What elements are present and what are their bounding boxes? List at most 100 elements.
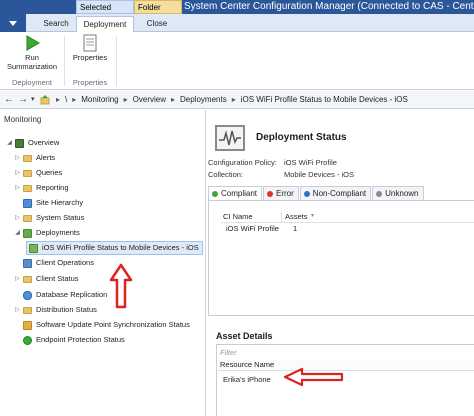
expand-arrow-icon[interactable]: ▷ [14, 304, 21, 316]
expand-arrow-icon[interactable]: ▷ [14, 212, 21, 224]
compliant-status-icon [212, 190, 218, 197]
tree-item-label: Software Update Point Synchronization St… [36, 320, 190, 329]
tree-item-distribution-status[interactable]: ▷ Distribution Status [14, 304, 97, 316]
status-tabs: Compliant Error Non-Compliant Unknown [208, 186, 425, 200]
breadcrumb-monitoring[interactable]: Monitoring [81, 93, 118, 107]
app-menu-button[interactable] [0, 14, 26, 32]
tree-item-database-replication[interactable]: Database Replication [14, 289, 107, 301]
run-icon [26, 35, 40, 51]
tree-item-endpoint-protection-status[interactable]: Endpoint Protection Status [14, 334, 125, 346]
tree-item-label: Client Operations [36, 258, 94, 267]
expand-arrow-icon[interactable]: ▷ [14, 182, 21, 194]
tab-unknown[interactable]: Unknown [372, 186, 424, 200]
nav-pane-header: Monitoring [4, 115, 42, 124]
properties-button[interactable]: Properties [70, 34, 110, 62]
client-operations-icon [23, 258, 32, 268]
tree-item-reporting[interactable]: ▷ Reporting [14, 182, 68, 194]
folder-icon [23, 154, 32, 162]
table-row[interactable]: iOS WiFi Profile 1 [221, 223, 474, 235]
up-folder-glyph [40, 95, 50, 105]
collapse-arrow-icon[interactable]: ◢ [6, 137, 13, 149]
forward-arrow-icon[interactable]: → [18, 94, 28, 106]
context-tab-selected-object[interactable]: Selected Object [76, 0, 134, 26]
breadcrumb-root[interactable]: \ [65, 93, 67, 107]
tree-item-alerts[interactable]: ▷ Alerts [14, 152, 55, 164]
tab-compliant[interactable]: Compliant [208, 186, 263, 200]
properties-icon [83, 34, 97, 52]
tree-item-label: Distribution Status [36, 305, 97, 314]
config-policy-label: Configuration Policy: [208, 158, 277, 167]
expand-arrow-icon[interactable]: ▷ [14, 152, 21, 164]
up-folder-icon[interactable] [40, 94, 50, 106]
column-header-ci-name[interactable]: CI Name [223, 211, 253, 222]
collapse-arrow-icon[interactable]: ◢ [14, 227, 21, 239]
ribbon-group-deployment: Deployment [11, 78, 53, 87]
tree-item-label: Site Hierarchy [36, 198, 84, 207]
waveform-icon [219, 130, 241, 146]
breadcrumb-deployments[interactable]: Deployments [180, 93, 227, 107]
tree-item-sup-sync-status[interactable]: Software Update Point Synchronization St… [14, 319, 190, 331]
expand-arrow-icon[interactable]: ▷ [14, 167, 21, 179]
ci-grid: CI Name Assets ▾ iOS WiFi Profile 1 [221, 211, 474, 235]
history-dropdown-icon[interactable]: ▾ [31, 94, 35, 106]
sort-arrow-icon: ▾ [311, 213, 315, 219]
unknown-status-icon [376, 190, 383, 197]
non-compliant-status-icon [303, 190, 310, 197]
tree-item-deployments[interactable]: ◢ Deployments [14, 227, 80, 239]
deployment-status-title: Deployment Status [256, 132, 347, 143]
back-arrow-icon[interactable]: ← [4, 94, 14, 106]
navigation-pane: Monitoring ◢ Overview ▷ Alerts ▷ Queries… [0, 110, 206, 416]
tab-label: Non-Compliant [312, 189, 367, 198]
tab-error[interactable]: Error [263, 186, 299, 200]
tab-label: Unknown [385, 189, 419, 198]
tree-item-label: Deployments [36, 228, 80, 237]
tab-deployment[interactable]: Deployment [76, 16, 134, 33]
database-replication-icon [23, 290, 32, 300]
asset-details-title: Asset Details [216, 331, 273, 341]
expand-arrow-icon[interactable]: ▷ [14, 273, 21, 285]
breadcrumb-current[interactable]: iOS WiFi Profile Status to Mobile Device… [241, 93, 408, 107]
tab-search[interactable]: Search [38, 16, 74, 32]
asset-details-section: Asset Details Filter Resource Name Erika… [208, 322, 474, 416]
run-summarization-button[interactable]: Run Summarization [4, 34, 60, 71]
breadcrumb: ▸ \ ▸ Monitoring ▸ Overview ▸ Deployment… [54, 93, 411, 107]
tree-item-label: Queries [36, 168, 63, 177]
tree-item-system-status[interactable]: ▷ System Status [14, 212, 84, 224]
tree-item-site-hierarchy[interactable]: Site Hierarchy [14, 197, 83, 209]
tree-item-label: System Status [36, 213, 85, 222]
address-bar: ← → ▾ ▸ \ ▸ Monitoring ▸ Overview ▸ Depl… [0, 91, 474, 109]
ci-grid-header: CI Name Assets ▾ [221, 211, 474, 223]
tree-item-ios-wifi-deployment[interactable]: iOS WiFi Profile Status to Mobile Device… [26, 241, 203, 255]
run-label-line2: Summarization [6, 62, 58, 71]
overview-icon [15, 138, 24, 148]
deployments-icon [23, 228, 32, 238]
breadcrumb-overview[interactable]: Overview [133, 93, 166, 107]
tree-item-queries[interactable]: ▷ Queries [14, 167, 62, 179]
folder-icon [23, 306, 32, 314]
config-policy-value: iOS WiFi Profile [284, 158, 337, 167]
table-row[interactable]: Erika's iPhone [223, 375, 271, 384]
filter-input[interactable]: Filter [220, 348, 237, 357]
menu-icon [9, 21, 17, 26]
column-header-resource-name[interactable]: Resource Name [220, 360, 274, 370]
context-tab-folder-tools[interactable]: Folder Tools [134, 0, 182, 26]
ribbon-tab-bar: Search Deployment Close [0, 14, 474, 33]
tab-non-compliant[interactable]: Non-Compliant [299, 186, 372, 200]
folder-icon [23, 169, 32, 177]
column-header-assets[interactable]: Assets [285, 211, 308, 222]
asset-grid-header: Resource Name [218, 360, 474, 371]
tree-item-label: iOS WiFi Profile Status to Mobile Device… [42, 243, 199, 252]
tab-label: Error [276, 189, 294, 198]
tree-item-label: Client Status [36, 274, 79, 283]
tree-item-overview[interactable]: ◢ Overview [6, 137, 59, 149]
tree-item-label: Overview [28, 138, 60, 147]
deployment-item-icon [29, 243, 38, 253]
annotation-up-arrow-icon [109, 263, 133, 309]
tree-item-client-status[interactable]: ▷ Client Status [14, 273, 79, 285]
tab-close[interactable]: Close [138, 16, 176, 32]
tree-item-label: Database Replication [36, 290, 108, 299]
endpoint-protection-icon [23, 335, 32, 345]
tree-item-client-operations[interactable]: Client Operations [14, 257, 94, 269]
breadcrumb-separator-icon: ▸ [170, 95, 175, 104]
folder-icon [23, 214, 32, 222]
